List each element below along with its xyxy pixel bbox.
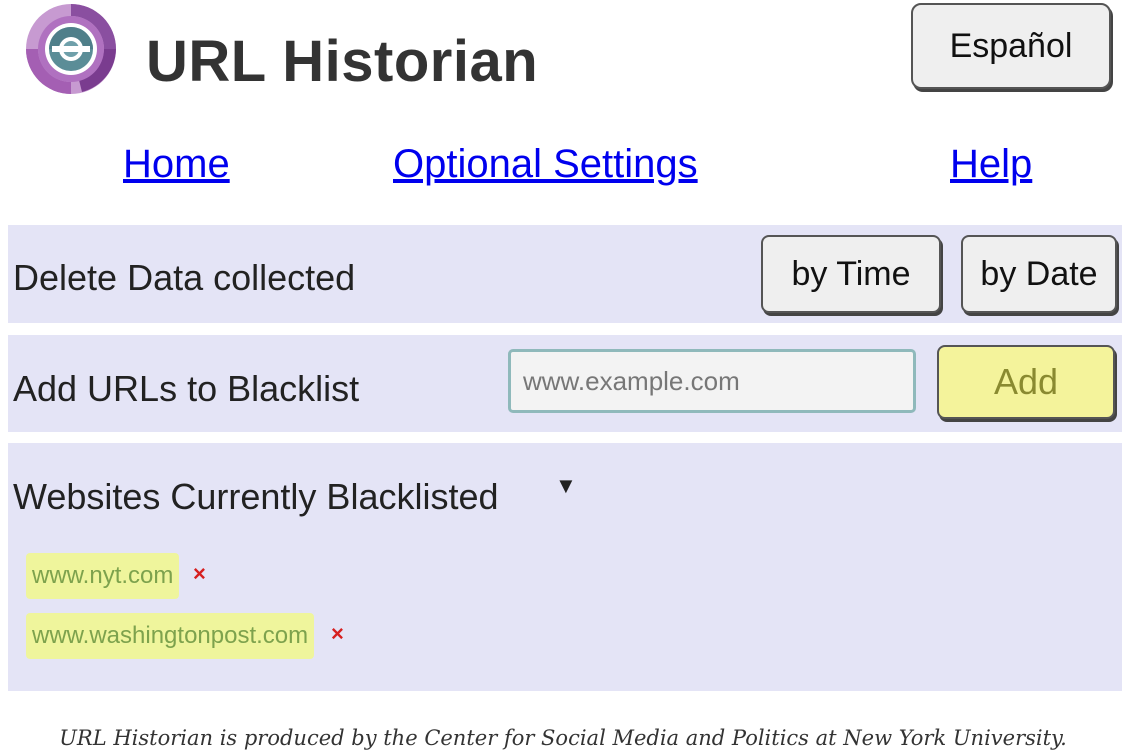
- close-x-icon[interactable]: ×: [193, 561, 206, 587]
- triangle-down-icon[interactable]: ▼: [555, 473, 577, 499]
- nav-optional-settings-link[interactable]: Optional Settings: [393, 142, 698, 187]
- add-blacklist-panel: Add URLs to Blacklist Add: [8, 335, 1122, 432]
- header: URL Historian Español: [0, 0, 1126, 120]
- footer-credit: URL Historian is produced by the Center …: [59, 726, 1067, 750]
- blacklisted-websites-panel: Websites Currently Blacklisted ▼ www.nyt…: [8, 443, 1122, 691]
- delete-by-time-button[interactable]: by Time: [761, 235, 941, 313]
- blacklisted-url-tag: www.washingtonpost.com: [26, 613, 315, 659]
- nav-home-link[interactable]: Home: [123, 142, 230, 187]
- app-title: URL Historian: [146, 29, 539, 94]
- delete-data-panel: Delete Data collected by Time by Date: [8, 225, 1122, 323]
- nav-help-link[interactable]: Help: [950, 142, 1032, 187]
- add-url-button[interactable]: Add: [937, 345, 1115, 419]
- blacklist-url-input[interactable]: [508, 349, 916, 413]
- language-button[interactable]: Español: [911, 3, 1111, 89]
- url-historian-logo-icon: [22, 0, 120, 98]
- delete-by-date-button[interactable]: by Date: [961, 235, 1117, 313]
- close-x-icon[interactable]: ×: [331, 621, 344, 647]
- delete-data-label: Delete Data collected: [13, 257, 356, 298]
- blacklisted-websites-label: Websites Currently Blacklisted: [13, 476, 499, 517]
- blacklisted-url-tag: www.nyt.com: [26, 553, 180, 599]
- add-blacklist-label: Add URLs to Blacklist: [13, 368, 360, 409]
